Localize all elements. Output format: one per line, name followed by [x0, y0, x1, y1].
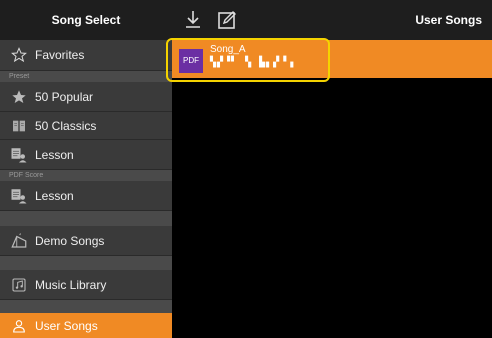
user-icon — [10, 317, 28, 335]
sidebar-item-label: 50 Popular — [35, 89, 94, 104]
star-outline-icon — [10, 46, 28, 64]
sidebar-item-label: Lesson — [35, 147, 74, 162]
sidebar-item-music-library[interactable]: Music Library — [0, 270, 172, 300]
lesson-icon — [10, 146, 28, 164]
sidebar-item-50-popular[interactable]: 50 Popular — [0, 82, 172, 112]
edit-icon[interactable] — [215, 8, 239, 32]
sidebar-item-label: Demo Songs — [35, 233, 105, 248]
sidebar-item-label: Music Library — [35, 277, 107, 292]
selection-highlight — [166, 38, 330, 82]
book-icon — [10, 117, 28, 135]
sidebar-item-50-classics[interactable]: 50 Classics — [0, 112, 172, 140]
sidebar-item-label: User Songs — [35, 318, 98, 333]
page-title: User Songs — [415, 13, 482, 27]
section-divider — [0, 256, 172, 270]
song-list: PDF Song_A ▚▞▝▘ ▚ ▙▖▞▝▗ — [172, 40, 492, 338]
section-divider — [0, 300, 172, 313]
sidebar-item-label: Favorites — [35, 48, 85, 62]
section-divider — [0, 211, 172, 226]
piano-icon — [10, 232, 28, 250]
lesson-icon — [10, 187, 28, 205]
section-header-preset: Preset — [0, 71, 172, 82]
music-library-icon — [10, 276, 28, 294]
sidebar-item-user-songs[interactable]: User Songs — [0, 313, 172, 338]
download-icon[interactable] — [181, 8, 205, 32]
sidebar-item-label: Lesson — [35, 188, 74, 203]
sidebar-item-lesson-preset[interactable]: Lesson — [0, 140, 172, 170]
top-bar: Song Select User Songs — [0, 0, 492, 41]
sidebar: Favorites Preset 50 Popular 50 Classics … — [0, 40, 172, 338]
star-icon — [10, 88, 28, 106]
sidebar-item-favorites[interactable]: Favorites — [0, 40, 172, 71]
sidebar-item-lesson-pdf[interactable]: Lesson — [0, 181, 172, 211]
sidebar-item-label: 50 Classics — [35, 118, 97, 133]
sidebar-title: Song Select — [51, 13, 121, 27]
section-header-pdf-score: PDF Score — [0, 170, 172, 181]
sidebar-item-demo-songs[interactable]: Demo Songs — [0, 226, 172, 256]
